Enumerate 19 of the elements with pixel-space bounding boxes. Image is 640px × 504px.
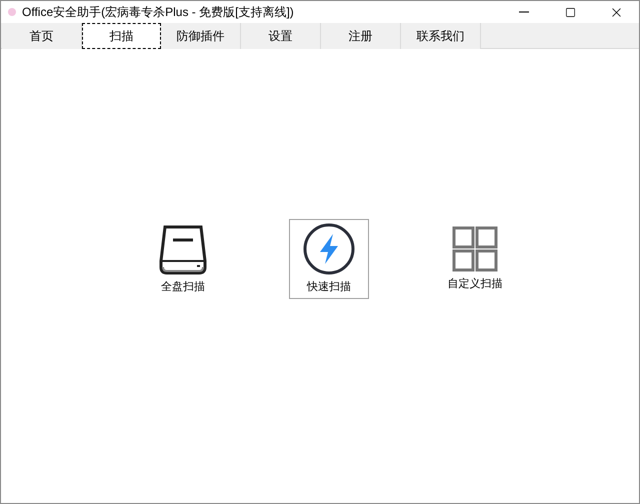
scan-option-label: 自定义扫描 xyxy=(448,276,502,292)
drive-icon xyxy=(157,222,209,275)
tab[interactable]: 联系我们 xyxy=(401,23,481,49)
tab[interactable]: 首页 xyxy=(2,23,82,49)
tab[interactable]: 注册 xyxy=(321,23,401,49)
scan-option[interactable]: 自定义扫描 xyxy=(435,219,515,299)
minimize-icon xyxy=(519,11,529,13)
scan-option-label: 快速扫描 xyxy=(307,280,351,295)
scan-option[interactable]: 快速扫描 xyxy=(289,219,369,299)
scan-option-label: 全盘扫描 xyxy=(161,280,205,295)
tab[interactable]: 设置 xyxy=(241,23,321,49)
grid-icon xyxy=(452,226,498,272)
tab[interactable]: 扫描 xyxy=(82,23,161,49)
scan-option[interactable]: 全盘扫描 xyxy=(143,219,223,299)
window-title: Office安全助手(宏病毒专杀Plus - 免费版[支持离线]) xyxy=(22,4,294,21)
app-icon xyxy=(7,7,17,17)
lightning-icon xyxy=(303,222,355,275)
tab[interactable]: 防御插件 xyxy=(161,23,241,49)
maximize-icon xyxy=(564,6,576,18)
